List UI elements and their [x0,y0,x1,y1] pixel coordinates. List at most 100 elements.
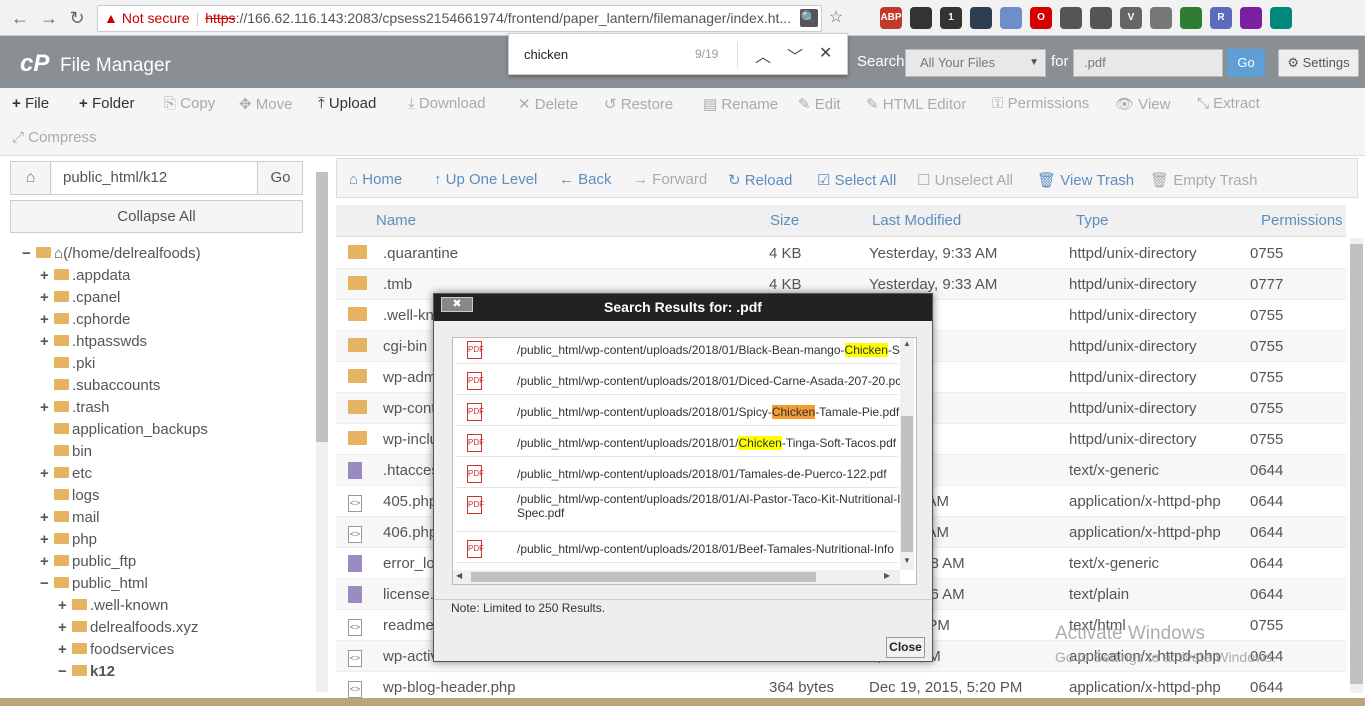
expand-icon[interactable]: + [40,331,54,353]
tree-item[interactable]: + public_ftp [40,551,136,573]
upload-button[interactable]: ⤒ Upload [318,95,376,112]
move-button[interactable]: ✥ Move [239,95,292,113]
tree-item[interactable]: .pki [40,353,95,375]
collapse-all-button[interactable]: Collapse All [10,200,303,233]
extension-icon[interactable] [1000,7,1022,29]
rename-button[interactable]: ▤ Rename [703,95,778,113]
col-permissions[interactable]: Permissions [1261,212,1343,229]
path-input[interactable]: public_html/k12 [52,162,258,194]
tree-item[interactable]: + .appdata [40,265,130,287]
delete-button[interactable]: ✕ Delete [518,95,578,113]
extension-icon[interactable] [1180,7,1202,29]
collapse-icon[interactable]: − [40,573,54,595]
back-button[interactable]: ← Back [559,171,612,188]
html-editor-button[interactable]: ✎ HTML Editor [866,95,966,113]
new-folder-button[interactable]: + Folder [79,95,134,112]
tree-item[interactable]: − k12 [58,661,115,683]
result-path[interactable]: /public_html/wp-content/uploads/2018/01/… [517,467,887,481]
empty-trash-button[interactable]: 🗑 Empty Trash [1150,171,1257,189]
search-input[interactable]: .pdf [1073,49,1223,77]
result-row[interactable]: PDF/public_html/wp-content/uploads/2018/… [457,395,899,426]
home-icon[interactable]: ⌂ [11,162,51,194]
result-row[interactable]: PDF/public_html/wp-content/uploads/2018/… [457,364,901,395]
extension-icon[interactable]: R [1210,7,1232,29]
tree-item[interactable]: + .htpasswds [40,331,147,353]
col-name[interactable]: Name [376,212,416,229]
download-button[interactable]: ⤓ Download [408,95,486,112]
close-button[interactable]: Close [886,637,925,658]
result-path[interactable]: /public_html/wp-content/uploads/2018/01/… [517,343,900,357]
extension-icon[interactable] [910,7,932,29]
search-scope-select[interactable]: All Your Files ▼ [905,49,1046,77]
tree-item[interactable]: bin [40,441,92,463]
find-next-icon[interactable]: ﹀ [787,43,803,67]
left-scrollbar[interactable] [316,172,328,692]
tree-item[interactable]: logs [40,485,100,507]
expand-icon[interactable]: + [58,617,72,639]
tree-item[interactable]: + .well-known [58,595,168,617]
address-bar[interactable]: ▲ Not secure | https://166.62.116.143:2083/… [97,5,822,32]
result-row[interactable]: PDF/public_html/wp-content/uploads/2018/… [457,426,898,457]
extension-icon[interactable] [1060,7,1082,29]
col-type[interactable]: Type [1076,212,1109,229]
extension-icon[interactable] [1270,7,1292,29]
tree-item[interactable]: + foodservices [58,639,174,661]
col-modified[interactable]: Last Modified [872,212,961,229]
result-path[interactable]: /public_html/wp-content/uploads/2018/01/… [517,374,901,388]
tree-item[interactable]: + mail [40,507,100,529]
path-go-button[interactable]: Go [258,162,303,194]
tree-item[interactable]: − ⌂(/home/delrealfoods) [22,243,201,265]
tree-item[interactable]: − public_html [40,573,148,595]
extract-button[interactable]: ⤡ Extract [1197,95,1260,112]
tree-item[interactable]: application_backups [40,419,208,441]
tree-item[interactable]: .subaccounts [40,375,160,397]
compress-button[interactable]: ⤢ Compress [12,129,97,146]
restore-button[interactable]: ↺ Restore [604,95,673,113]
search-go-button[interactable]: Go [1227,49,1265,77]
extension-icon[interactable] [970,7,992,29]
forward-button[interactable]: → Forward [633,171,707,188]
reload-icon[interactable]: ↻ [66,7,88,29]
back-arrow-icon[interactable]: ← [9,7,31,29]
settings-button[interactable]: ⚙ Settings [1278,49,1359,77]
up-one-level-button[interactable]: ↑ Up One Level [434,171,537,188]
expand-icon[interactable]: + [40,287,54,309]
extension-icon[interactable]: 1 [940,7,962,29]
copy-button[interactable]: ⎘ Copy [164,95,215,112]
extension-icon[interactable]: O [1030,7,1052,29]
home-nav-button[interactable]: ⌂ Home [349,171,402,188]
expand-icon[interactable]: + [40,529,54,551]
edit-button[interactable]: ✎ Edit [798,95,841,113]
view-trash-button[interactable]: 🗑 View Trash [1037,171,1134,189]
unselect-all-button[interactable]: ☐ Unselect All [917,171,1013,189]
find-close-icon[interactable]: ✕ [819,43,832,63]
expand-icon[interactable]: + [40,265,54,287]
bookmark-star-icon[interactable]: ☆ [825,7,847,29]
dialog-close-icon[interactable]: ✖ [441,297,473,312]
expand-icon[interactable]: + [40,463,54,485]
result-row[interactable]: PDF/public_html/wp-content/uploads/2018/… [457,488,901,532]
col-size[interactable]: Size [770,212,799,229]
collapse-icon[interactable]: − [22,243,36,265]
expand-icon[interactable]: + [58,639,72,661]
result-row[interactable]: PDF/public_html/wp-content/uploads/2018/… [457,338,900,364]
forward-arrow-icon[interactable]: → [38,7,60,29]
extension-icon[interactable] [1240,7,1262,29]
expand-icon[interactable]: + [58,595,72,617]
extension-icon[interactable]: V [1120,7,1142,29]
tree-item[interactable]: + .cpanel [40,287,120,309]
tree-item[interactable]: + delrealfoods.xyz [58,617,198,639]
extension-icon[interactable]: ABP [880,7,902,29]
results-hscroll[interactable]: ◀ ▶ [453,570,900,584]
expand-icon[interactable]: + [40,551,54,573]
tree-item[interactable]: + .cphorde [40,309,130,331]
new-file-button[interactable]: + File [12,95,49,112]
collapse-icon[interactable]: − [58,661,72,683]
result-path[interactable]: /public_html/wp-content/uploads/2018/01/… [517,405,899,419]
result-row[interactable]: PDF/public_html/wp-content/uploads/2018/… [457,457,898,488]
table-row[interactable]: .quarantine 4 KB Yesterday, 9:33 AM httpd/u… [336,238,1346,269]
find-prev-icon[interactable]: ︿ [755,43,771,67]
select-all-button[interactable]: ☑ Select All [817,171,896,189]
tree-item[interactable]: + etc [40,463,92,485]
result-path[interactable]: /public_html/wp-content/uploads/2018/01/… [517,436,896,450]
